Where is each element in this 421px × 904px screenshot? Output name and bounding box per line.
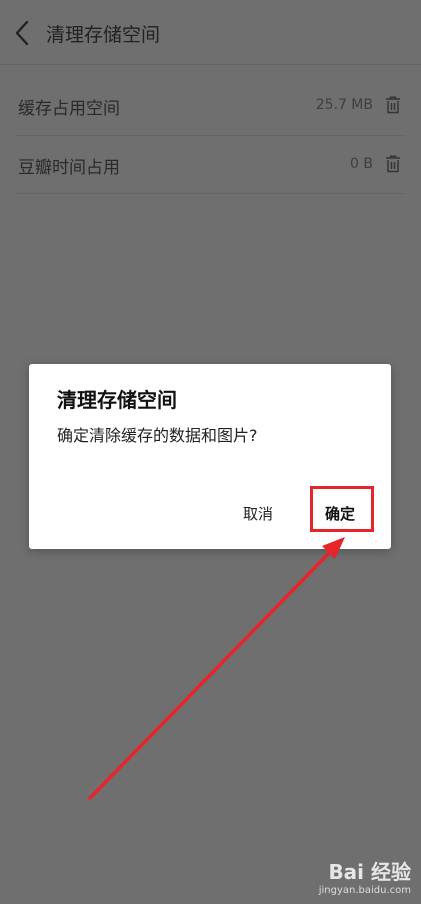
list-item-douban-time: 豆瓣时间占用 0 B [0,135,421,193]
row-value: 25.7 MB [315,97,373,113]
cancel-button[interactable]: 取消 [243,503,273,524]
trash-icon[interactable] [385,96,401,114]
watermark-logo: Bai 经验 [328,860,411,884]
chevron-left-icon[interactable] [10,18,36,48]
watermark: Bai 经验 jingyan.baidu.com [319,856,411,896]
dialog-message: 确定清除缓存的数据和图片? [57,426,258,445]
page-title: 清理存储空间 [46,24,161,46]
highlight-box [310,486,374,532]
dialog-title: 清理存储空间 [57,388,177,412]
trash-icon[interactable] [385,155,401,173]
watermark-url: jingyan.baidu.com [318,885,411,896]
row-label: 缓存占用空间 [18,99,120,119]
row-divider [16,193,405,194]
row-label: 豆瓣时间占用 [18,158,120,178]
row-value: 0 B [350,156,373,172]
top-bar: 清理存储空间 [0,0,421,64]
header-divider [0,64,421,65]
list-item-cache: 缓存占用空间 25.7 MB [0,77,421,135]
